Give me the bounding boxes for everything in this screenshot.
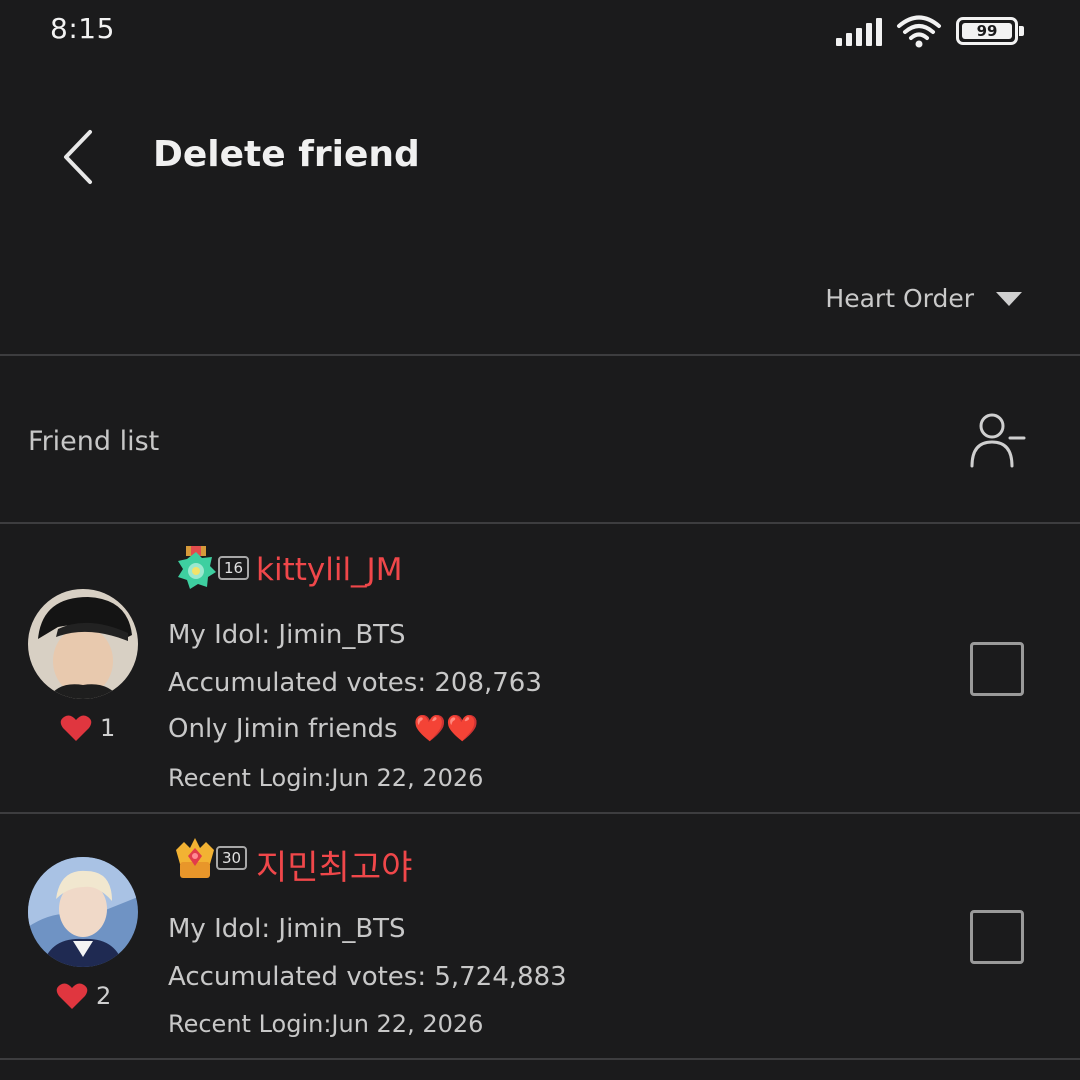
votes-text: Accumulated votes: 208,763 [168,668,542,698]
level-badge: 16 [172,544,250,592]
caret-down-icon [996,291,1022,306]
divider [0,354,1080,356]
heart-count: 1 [60,714,115,742]
status-bar: 8:15 99 [0,0,1080,60]
battery-icon: 99 [956,17,1024,45]
divider [0,1058,1080,1060]
recent-login: Recent Login:Jun 22, 2026 [168,1010,484,1038]
avatar[interactable] [28,857,138,967]
status-message: Only Jimin friends ❤️❤️ [168,714,479,744]
sort-dropdown[interactable]: Heart Order [825,284,1022,313]
username[interactable]: kittylil_JM [256,552,402,588]
status-icons: 99 [836,14,1024,48]
chevron-left-icon [64,130,92,184]
friend-row[interactable]: 1 16 kittylil_JM My Idol: Jimin_BTS Accu… [0,524,1080,812]
votes-text: Accumulated votes: 5,724,883 [168,962,567,992]
signal-icon [836,16,882,46]
select-checkbox[interactable] [970,642,1024,696]
user-minus-icon [970,413,1026,468]
back-button[interactable] [54,126,110,190]
wifi-icon [897,15,941,48]
status-time: 8:15 [50,12,115,45]
friend-row[interactable]: 2 30 지민최고야 My Idol: Jimin_BTS Accumulate… [0,814,1080,1058]
select-checkbox[interactable] [970,910,1024,964]
heart-count: 2 [56,982,111,1010]
sort-label: Heart Order [825,284,974,313]
level-number: 30 [216,846,248,870]
avatar[interactable] [28,589,138,699]
medal-icon [178,546,216,589]
crown-badge-icon [176,838,214,878]
remove-friend-button[interactable] [966,410,1028,472]
heart-icon [60,715,92,741]
battery-level: 99 [962,23,1012,40]
level-badge: 30 [172,834,248,882]
idol-text: My Idol: Jimin_BTS [168,620,406,650]
heart-icon [56,983,88,1009]
heart-count-value: 2 [96,982,112,1010]
username[interactable]: 지민최고야 [256,840,412,889]
level-number: 16 [218,556,250,580]
idol-text: My Idol: Jimin_BTS [168,914,406,944]
avatar-image [28,857,138,967]
recent-login: Recent Login:Jun 22, 2026 [168,764,484,792]
friend-list-label: Friend list [28,426,160,457]
avatar-image [28,589,138,699]
status-message-emoji: ❤️❤️ [413,714,479,744]
heart-count-value: 1 [100,714,116,742]
page-title: Delete friend [153,134,420,175]
status-message-text: Only Jimin friends [168,714,398,744]
